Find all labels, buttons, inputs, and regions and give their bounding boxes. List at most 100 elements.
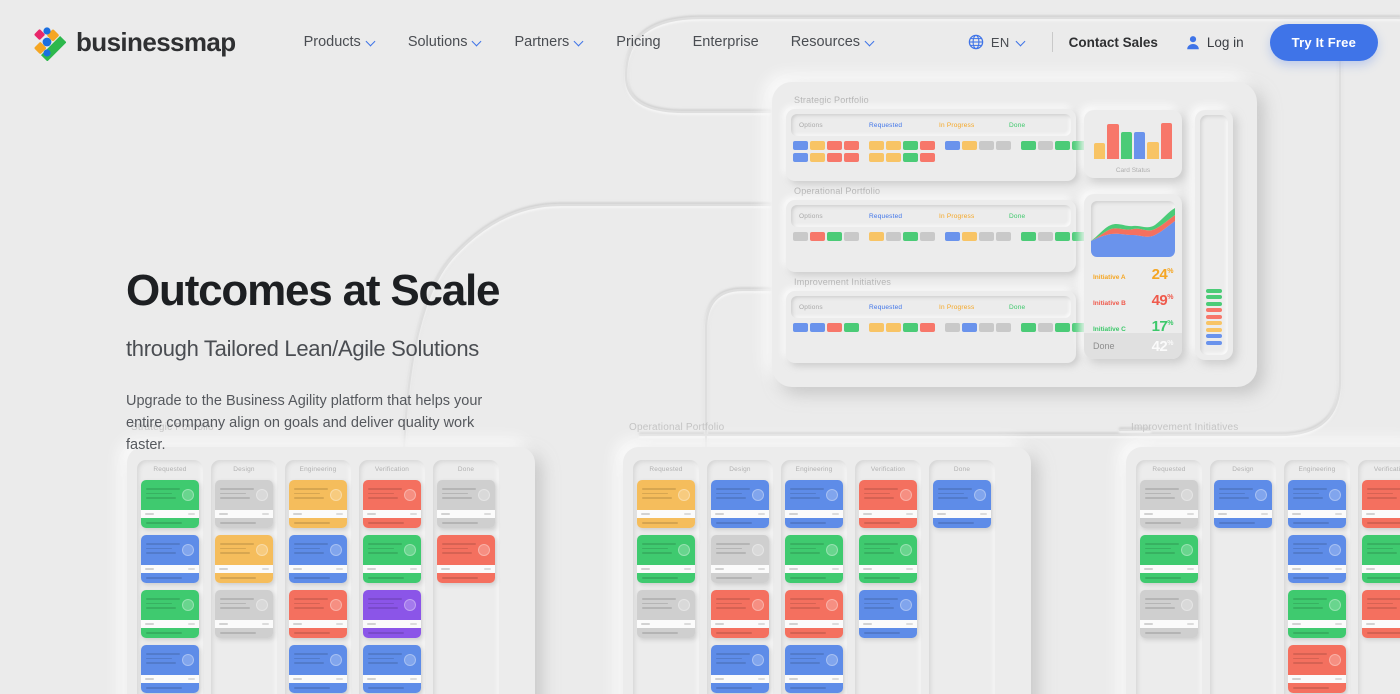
- kanban-card[interactable]: [637, 480, 695, 528]
- mini-card-chip[interactable]: [869, 141, 884, 150]
- mini-card-chip[interactable]: [844, 153, 859, 162]
- kanban-card[interactable]: [711, 590, 769, 638]
- nav-item-products[interactable]: Products: [288, 26, 392, 58]
- kanban-card[interactable]: [141, 645, 199, 693]
- mini-card-chip[interactable]: [869, 323, 884, 332]
- mini-card-chip[interactable]: [996, 232, 1011, 241]
- kanban-card[interactable]: [289, 535, 347, 583]
- mini-card-chip[interactable]: [979, 232, 994, 241]
- mini-card-chip[interactable]: [1021, 141, 1036, 150]
- mini-card-chip[interactable]: [1038, 323, 1053, 332]
- try-it-free-button[interactable]: Try It Free: [1269, 23, 1378, 61]
- kanban-card[interactable]: [289, 590, 347, 638]
- mini-card-chip[interactable]: [920, 153, 935, 162]
- kanban-card[interactable]: [363, 535, 421, 583]
- mini-card-chip[interactable]: [844, 232, 859, 241]
- kanban-card[interactable]: [215, 535, 273, 583]
- kanban-card[interactable]: [1288, 590, 1346, 638]
- kanban-card[interactable]: [785, 480, 843, 528]
- mini-card-chip[interactable]: [962, 232, 977, 241]
- mini-card-chip[interactable]: [844, 141, 859, 150]
- kanban-card[interactable]: [141, 535, 199, 583]
- mini-card-chip[interactable]: [886, 153, 901, 162]
- mini-card-chip[interactable]: [810, 153, 825, 162]
- kanban-card[interactable]: [363, 590, 421, 638]
- mini-card-chip[interactable]: [886, 232, 901, 241]
- logo[interactable]: businessmap: [28, 23, 236, 62]
- kanban-card[interactable]: [363, 480, 421, 528]
- contact-sales-link[interactable]: Contact Sales: [1069, 35, 1158, 50]
- kanban-card[interactable]: [1362, 590, 1400, 638]
- mini-card-chip[interactable]: [1038, 232, 1053, 241]
- mini-card-chip[interactable]: [903, 141, 918, 150]
- nav-item-pricing[interactable]: Pricing: [600, 26, 676, 58]
- mini-card-chip[interactable]: [1021, 232, 1036, 241]
- mini-card-chip[interactable]: [945, 232, 960, 241]
- kanban-card[interactable]: [933, 480, 991, 528]
- nav-item-enterprise[interactable]: Enterprise: [677, 26, 775, 58]
- kanban-card[interactable]: [785, 645, 843, 693]
- mini-card-chip[interactable]: [793, 141, 808, 150]
- kanban-card[interactable]: [711, 645, 769, 693]
- kanban-card[interactable]: [1288, 535, 1346, 583]
- kanban-card[interactable]: [1214, 480, 1272, 528]
- mini-card-chip[interactable]: [869, 232, 884, 241]
- mini-card-chip[interactable]: [903, 232, 918, 241]
- mini-card-chip[interactable]: [869, 153, 884, 162]
- mini-card-chip[interactable]: [920, 141, 935, 150]
- mini-card-chip[interactable]: [844, 323, 859, 332]
- kanban-card[interactable]: [1362, 480, 1400, 528]
- mini-card-chip[interactable]: [793, 153, 808, 162]
- mini-card-chip[interactable]: [886, 323, 901, 332]
- mini-card-chip[interactable]: [1038, 141, 1053, 150]
- kanban-card[interactable]: [363, 645, 421, 693]
- mini-card-chip[interactable]: [827, 232, 842, 241]
- kanban-card[interactable]: [859, 535, 917, 583]
- kanban-card[interactable]: [1140, 590, 1198, 638]
- kanban-card[interactable]: [1362, 535, 1400, 583]
- kanban-card[interactable]: [437, 535, 495, 583]
- kanban-card[interactable]: [141, 590, 199, 638]
- mini-card-chip[interactable]: [793, 232, 808, 241]
- nav-item-solutions[interactable]: Solutions: [392, 26, 499, 58]
- mini-card-chip[interactable]: [962, 323, 977, 332]
- kanban-card[interactable]: [785, 535, 843, 583]
- kanban-card[interactable]: [637, 590, 695, 638]
- mini-card-chip[interactable]: [996, 323, 1011, 332]
- kanban-card[interactable]: [637, 535, 695, 583]
- login-link[interactable]: Log in: [1186, 35, 1244, 50]
- kanban-card[interactable]: [141, 480, 199, 528]
- mini-card-chip[interactable]: [920, 323, 935, 332]
- mini-card-chip[interactable]: [945, 323, 960, 332]
- nav-item-resources[interactable]: Resources: [775, 26, 891, 58]
- mini-card-chip[interactable]: [903, 153, 918, 162]
- mini-card-chip[interactable]: [1055, 232, 1070, 241]
- kanban-card[interactable]: [215, 480, 273, 528]
- language-selector[interactable]: EN: [958, 28, 1036, 56]
- kanban-card[interactable]: [785, 590, 843, 638]
- mini-card-chip[interactable]: [810, 323, 825, 332]
- kanban-card[interactable]: [215, 590, 273, 638]
- kanban-card[interactable]: [711, 480, 769, 528]
- kanban-card[interactable]: [1140, 535, 1198, 583]
- mini-card-chip[interactable]: [810, 141, 825, 150]
- mini-card-chip[interactable]: [979, 141, 994, 150]
- mini-card-chip[interactable]: [810, 232, 825, 241]
- mini-card-chip[interactable]: [920, 232, 935, 241]
- mini-card-chip[interactable]: [962, 141, 977, 150]
- mini-card-chip[interactable]: [903, 323, 918, 332]
- mini-card-chip[interactable]: [1021, 323, 1036, 332]
- mini-card-chip[interactable]: [979, 323, 994, 332]
- mini-card-chip[interactable]: [996, 141, 1011, 150]
- kanban-card[interactable]: [859, 480, 917, 528]
- mini-card-chip[interactable]: [827, 141, 842, 150]
- kanban-card[interactable]: [1288, 480, 1346, 528]
- kanban-card[interactable]: [289, 645, 347, 693]
- mini-card-chip[interactable]: [793, 323, 808, 332]
- mini-card-chip[interactable]: [886, 141, 901, 150]
- mini-card-chip[interactable]: [827, 323, 842, 332]
- nav-item-partners[interactable]: Partners: [498, 26, 600, 58]
- mini-card-chip[interactable]: [827, 153, 842, 162]
- mini-card-chip[interactable]: [1055, 141, 1070, 150]
- kanban-card[interactable]: [289, 480, 347, 528]
